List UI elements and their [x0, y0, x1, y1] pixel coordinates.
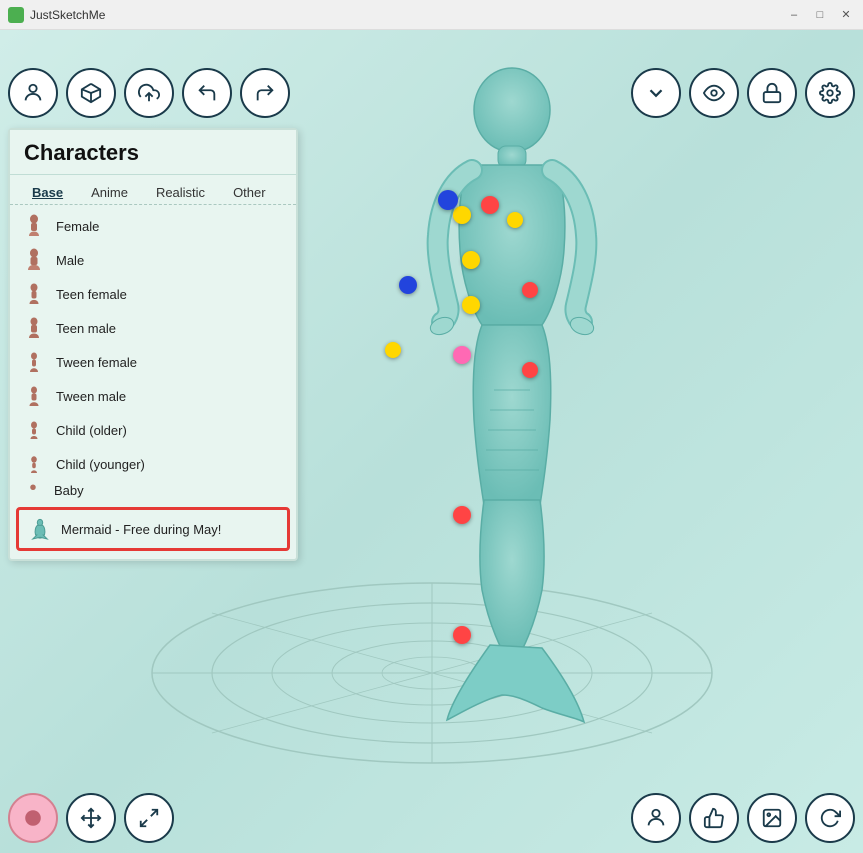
list-item-label: Child (younger)	[56, 457, 145, 472]
app-title: JustSketchMe	[30, 8, 785, 22]
pose-dot[interactable]	[385, 342, 401, 358]
list-item-label: Male	[56, 253, 84, 268]
character-list: Female Male Teen female	[10, 205, 296, 503]
tab-anime[interactable]: Anime	[77, 181, 142, 204]
list-item-label: Tween male	[56, 389, 126, 404]
maximize-button[interactable]: □	[811, 6, 829, 24]
list-item-label: Teen female	[56, 287, 127, 302]
pose-dot[interactable]	[453, 206, 471, 224]
toolbar-bottom-left	[8, 793, 174, 843]
window-controls: – □ ✕	[785, 6, 855, 24]
list-item-label: Teen male	[56, 321, 116, 336]
pose-dot[interactable]	[462, 251, 480, 269]
teen-female-char-icon	[22, 282, 46, 306]
expand-button[interactable]	[124, 793, 174, 843]
undo-button[interactable]	[182, 68, 232, 118]
list-item-label: Female	[56, 219, 99, 234]
tab-other[interactable]: Other	[219, 181, 280, 204]
person-button[interactable]	[8, 68, 58, 118]
baby-char-icon	[22, 481, 44, 499]
canvas-area: Characters Base Anime Realistic Other Fe…	[0, 30, 863, 853]
settings-button[interactable]	[805, 68, 855, 118]
child-younger-char-icon	[22, 452, 46, 476]
pose-dot[interactable]	[399, 276, 417, 294]
list-item[interactable]: Tween female	[10, 345, 296, 379]
female-char-icon	[22, 214, 46, 238]
pose-dot[interactable]	[522, 362, 538, 378]
list-item[interactable]: Child (older)	[10, 413, 296, 447]
toolbar-bottom-right	[631, 793, 855, 843]
male-char-icon	[22, 248, 46, 272]
mermaid-char-icon	[29, 518, 51, 540]
pose-dot[interactable]	[453, 626, 471, 644]
lock-button[interactable]	[747, 68, 797, 118]
upload-button[interactable]	[124, 68, 174, 118]
list-item[interactable]: Male	[10, 243, 296, 277]
list-item[interactable]: Teen male	[10, 311, 296, 345]
pose-dot[interactable]	[462, 296, 480, 314]
teen-male-char-icon	[22, 316, 46, 340]
pose-dot[interactable]	[453, 346, 471, 364]
list-item-label: Baby	[54, 483, 84, 498]
list-item-label: Tween female	[56, 355, 137, 370]
record-button[interactable]	[8, 793, 58, 843]
cube-button[interactable]	[66, 68, 116, 118]
list-item[interactable]: Teen female	[10, 277, 296, 311]
mermaid-item[interactable]: Mermaid - Free during May!	[16, 507, 290, 551]
redo-button[interactable]	[240, 68, 290, 118]
list-item[interactable]: Tween male	[10, 379, 296, 413]
list-item[interactable]: Child (younger)	[10, 447, 296, 481]
tween-female-char-icon	[22, 350, 46, 374]
list-item[interactable]: Female	[10, 209, 296, 243]
close-button[interactable]: ✕	[837, 6, 855, 24]
app-icon	[8, 7, 24, 23]
characters-panel: Characters Base Anime Realistic Other Fe…	[8, 128, 298, 561]
panel-header: Characters	[10, 130, 296, 175]
image-button[interactable]	[747, 793, 797, 843]
panel-tabs: Base Anime Realistic Other	[10, 175, 296, 205]
chevron-down-button[interactable]	[631, 68, 681, 118]
pose-dot[interactable]	[507, 212, 523, 228]
tab-realistic[interactable]: Realistic	[142, 181, 219, 204]
panel-title: Characters	[24, 140, 282, 166]
minimize-button[interactable]: –	[785, 6, 803, 24]
pose-dot[interactable]	[438, 190, 458, 210]
toolbar-top-right	[631, 68, 855, 118]
person-outline-button[interactable]	[631, 793, 681, 843]
list-item-label: Child (older)	[56, 423, 127, 438]
pose-dot[interactable]	[522, 282, 538, 298]
thumbsup-button[interactable]	[689, 793, 739, 843]
child-older-char-icon	[22, 418, 46, 442]
tab-base[interactable]: Base	[18, 181, 77, 204]
pose-dot[interactable]	[453, 506, 471, 524]
mermaid-item-label: Mermaid - Free during May!	[61, 522, 221, 537]
eye-button[interactable]	[689, 68, 739, 118]
list-item-baby[interactable]: Baby	[10, 481, 296, 499]
titlebar: JustSketchMe – □ ✕	[0, 0, 863, 30]
toolbar-top-left	[8, 68, 290, 118]
refresh-button[interactable]	[805, 793, 855, 843]
move-button[interactable]	[66, 793, 116, 843]
pose-dot[interactable]	[481, 196, 499, 214]
tween-male-char-icon	[22, 384, 46, 408]
